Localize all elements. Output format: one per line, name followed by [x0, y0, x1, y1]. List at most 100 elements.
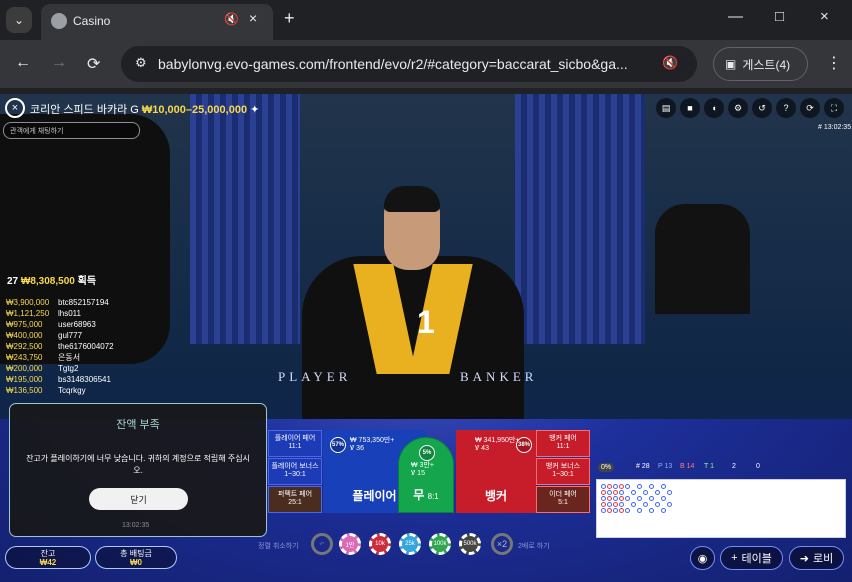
lobby-icon: ➜	[799, 552, 809, 565]
list-item: ₩195,000 bs3148306541	[6, 374, 136, 385]
game-name: 코리안 스피드 바카라 G	[30, 104, 139, 116]
player-bonus-bet[interactable]: 플레이어 보너스 1~30:1	[268, 458, 322, 485]
list-item: ₩243,750 은동서	[6, 352, 136, 363]
lobby-button[interactable]: ➜ 로비	[789, 546, 844, 570]
chat-icon[interactable]: ▤	[656, 98, 676, 118]
more-vert-icon[interactable]: ⋮	[826, 53, 842, 73]
close-icon[interactable]: ×	[5, 98, 25, 118]
roadmap-marker	[613, 496, 618, 501]
chevron-down-icon[interactable]: ⌄	[6, 7, 32, 33]
roadmap-stats: 0% # 28 P 13 B 14 T 1 2 0	[596, 460, 848, 476]
settings-icon[interactable]: ⚙	[728, 98, 748, 118]
total-bet-label: 총 배팅금	[120, 549, 152, 558]
winner-amount: ₩3,900,000	[6, 298, 50, 307]
chat-input[interactable]: 관객에게 채팅하기	[3, 122, 140, 139]
roadmap-grid[interactable]	[596, 479, 846, 538]
url-text[interactable]: babylonvg.evo-games.com/frontend/evo/r2/…	[158, 56, 628, 72]
player-pair-bet[interactable]: 플레이어 페어 11:1	[268, 430, 322, 457]
speaker-muted-icon[interactable]: 🔇	[224, 12, 239, 26]
plus-icon[interactable]: +	[284, 8, 295, 29]
chip-500k[interactable]: 500k	[459, 533, 481, 555]
browser-tab-casino[interactable]: Casino 🔇 ×	[41, 4, 273, 40]
modal-close-button[interactable]: 닫기	[89, 488, 188, 510]
roadmap-percent: 0%	[598, 463, 615, 472]
speaker-icon[interactable]: ◖	[704, 98, 724, 118]
roadmap-marker	[619, 508, 624, 513]
card-count-number: 1	[417, 304, 435, 340]
bet-odds: 11:1	[556, 443, 570, 450]
winner-name: btc852157194	[58, 298, 109, 307]
history-icon[interactable]: ↺	[752, 98, 772, 118]
plus-icon: +	[731, 552, 738, 564]
roadmap-marker	[613, 508, 618, 513]
minimize-icon[interactable]: —	[728, 8, 743, 25]
roadmap-marker	[601, 490, 606, 495]
winner-amount: ₩243,750	[6, 353, 43, 362]
tie-bettor-count: Ꝟ 15	[411, 470, 425, 477]
tie-label: 무 8:1	[399, 486, 453, 503]
roadmap-round-count: # 28	[636, 463, 650, 470]
winner-name: the6176004072	[58, 342, 114, 351]
chip-25k[interactable]: 25k	[399, 533, 421, 555]
roadmap-tie-count: T 1	[704, 463, 714, 470]
table-banker-word: BANKER	[460, 369, 538, 384]
roadmap-marker	[601, 502, 606, 507]
table-label: 테이블	[741, 553, 772, 565]
star-icon: ✦	[250, 104, 260, 116]
roadmap-player-count: P 13	[658, 463, 673, 470]
dealer-hair	[384, 186, 440, 212]
video-icon[interactable]: ■	[680, 98, 700, 118]
bet-odds: 5:1	[558, 499, 568, 506]
double-bet-button[interactable]: ×2	[491, 533, 513, 555]
roadmap-marker	[607, 508, 612, 513]
either-pair-bet[interactable]: 이더 페어 5:1	[536, 486, 590, 513]
maximize-icon[interactable]: □	[775, 8, 784, 25]
roadmap-marker	[661, 496, 666, 501]
tune-icon[interactable]: ⚙	[135, 55, 147, 71]
chip-tray: 정렬 취소하기 ↶ 1만 10k 25k 100k 500k ×2 2배로 하기	[258, 533, 587, 557]
chip-10k[interactable]: 10k	[369, 533, 391, 555]
bet-label: 플레이어 보너스	[271, 463, 319, 470]
chip-10000[interactable]: 1만	[339, 533, 361, 555]
winner-amount: ₩200,000	[6, 364, 43, 373]
roadmap-marker	[655, 502, 660, 507]
reload-icon[interactable]: ⟳	[87, 54, 100, 74]
roadmap-marker	[625, 496, 630, 501]
dealer-figure	[302, 186, 524, 446]
guest-profile-button[interactable]: ▣ 게스트(4)	[713, 47, 808, 81]
insufficient-balance-modal: 잔액 부족 잔고가 플레이하기에 너무 낮습니다. 귀하의 계정으로 적립해 주…	[9, 403, 267, 537]
undo-text: 정렬 취소하기	[258, 543, 299, 550]
tie-bet[interactable]: 5% ₩ 3만+ Ꝟ 15 무 8:1	[398, 437, 454, 513]
banker-bonus-bet[interactable]: 뱅커 보너스 1~30:1	[536, 458, 590, 485]
roadmap-marker	[655, 490, 660, 495]
undo-icon[interactable]: ↶	[311, 533, 333, 555]
close-icon[interactable]: ×	[249, 10, 257, 26]
arrow-left-icon[interactable]: ←	[15, 54, 31, 72]
banker-pair-bet[interactable]: 뱅커 페어 11:1	[536, 430, 590, 457]
bet-limits: ₩10,000–25,000,000	[141, 104, 248, 116]
chip-100k[interactable]: 100k	[429, 533, 451, 555]
browser-toolbar: ← → ⟳ ⚙ babylonvg.evo-games.com/frontend…	[0, 40, 852, 88]
casino-viewport: PLAYER BANKER 1 × 코리안 스피드 바카라 G ₩10,000–…	[0, 94, 852, 582]
help-icon[interactable]: ?	[776, 98, 796, 118]
banker-bettor-count: Ꝟ 43	[475, 445, 489, 452]
perfect-pair-bet[interactable]: 퍼펙트 페어 25:1	[268, 486, 322, 513]
roadmap-marker	[619, 496, 624, 501]
roadmap-marker	[613, 484, 618, 489]
table-button[interactable]: + 테이블	[720, 546, 783, 570]
winner-name: Tcqrkgy	[58, 386, 86, 395]
browser-tab-strip: ⌄ Casino 🔇 × + — □ ×	[0, 0, 852, 40]
arrow-right-icon[interactable]: →	[51, 54, 67, 72]
speaker-muted-icon[interactable]: 🔇	[662, 55, 678, 71]
chat-icon[interactable]: ◉	[690, 546, 715, 570]
refresh-icon[interactable]: ⟳	[800, 98, 820, 118]
fullscreen-icon[interactable]: ⛶	[824, 98, 844, 118]
banker-bet[interactable]: 38% ₩ 341,950만+ Ꝟ 43 뱅커	[456, 430, 536, 513]
bet-odds: 1~30:1	[552, 471, 574, 478]
bet-odds: 11:1	[288, 443, 302, 450]
close-icon[interactable]: ×	[820, 8, 829, 25]
curtain-left	[190, 94, 300, 344]
balance-value: ₩42	[39, 558, 57, 567]
address-bar[interactable]: ⚙ babylonvg.evo-games.com/frontend/evo/r…	[121, 46, 697, 82]
tie-total-amount: ₩ 3만+	[411, 462, 434, 469]
